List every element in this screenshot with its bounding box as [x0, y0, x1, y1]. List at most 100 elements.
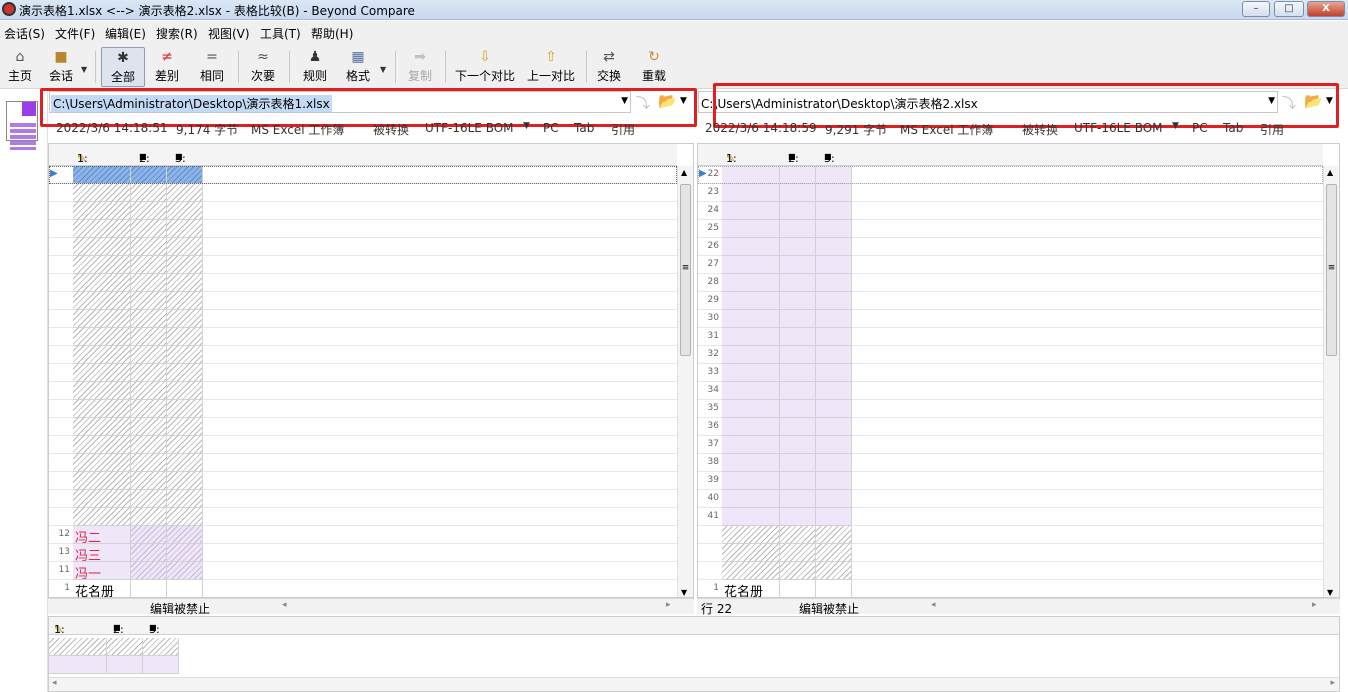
grid-cell[interactable] — [131, 382, 167, 400]
grid-cell[interactable] — [73, 184, 131, 202]
left-encoding-dropdown-icon[interactable]: ▼ — [523, 121, 530, 131]
grid-cell[interactable] — [780, 382, 816, 400]
grid-cell[interactable] — [73, 508, 131, 526]
scroll-up-icon[interactable]: ▲ — [681, 168, 687, 177]
right-line-ending[interactable]: PC — [1192, 121, 1208, 135]
grid-cell[interactable] — [780, 526, 816, 544]
grid-cell[interactable] — [816, 490, 852, 508]
grid-cell[interactable] — [780, 346, 816, 364]
left-line-ending[interactable]: PC — [543, 121, 559, 135]
grid-cell[interactable] — [167, 328, 203, 346]
grid-cell[interactable] — [722, 184, 780, 202]
grid-cell[interactable] — [816, 382, 852, 400]
maximize-button[interactable]: □ — [1274, 1, 1304, 17]
left-scroll-thumb[interactable]: ≡ — [680, 184, 691, 356]
grid-cell[interactable] — [131, 508, 167, 526]
grid-cell[interactable] — [131, 184, 167, 202]
grid-cell[interactable] — [722, 346, 780, 364]
left-hscroll-left-icon[interactable]: ◂ — [282, 600, 287, 610]
grid-cell[interactable] — [131, 454, 167, 472]
grid-cell[interactable] — [722, 526, 780, 544]
grid-cell[interactable] — [722, 454, 780, 472]
grid-cell[interactable] — [780, 562, 816, 580]
grid-cell[interactable] — [780, 436, 816, 454]
grid-cell[interactable] — [73, 400, 131, 418]
grid-cell[interactable] — [816, 418, 852, 436]
grid-cell[interactable] — [816, 202, 852, 220]
grid-cell[interactable] — [167, 274, 203, 292]
grid-cell[interactable] — [167, 220, 203, 238]
format-dropdown-icon[interactable]: ▼ — [380, 65, 386, 74]
grid-cell[interactable] — [131, 436, 167, 454]
grid-cell[interactable] — [722, 562, 780, 580]
grid-cell[interactable] — [131, 346, 167, 364]
grid-cell[interactable] — [73, 220, 131, 238]
grid-cell[interactable] — [722, 436, 780, 454]
reload-button[interactable]: ↻ 重载 — [640, 47, 668, 87]
grid-cell[interactable]: 冯一 — [73, 562, 131, 582]
grid-cell[interactable] — [816, 184, 852, 202]
grid-cell[interactable] — [73, 472, 131, 490]
grid-cell[interactable] — [780, 328, 816, 346]
left-vertical-scrollbar[interactable]: ▲ ≡ ▼ — [677, 166, 693, 597]
grid-cell[interactable]: 冯二 — [73, 526, 131, 546]
grid-cell[interactable] — [722, 328, 780, 346]
right-converted[interactable]: 被转换 — [1022, 121, 1058, 137]
session-button[interactable]: ■ 会话 — [44, 47, 78, 87]
grid-cell[interactable] — [131, 274, 167, 292]
right-quote[interactable]: 引用 — [1260, 121, 1284, 137]
bottom-cell[interactable] — [107, 656, 143, 674]
grid-cell[interactable] — [780, 544, 816, 562]
grid-cell[interactable] — [780, 508, 816, 526]
grid-cell[interactable] — [780, 490, 816, 508]
grid-cell[interactable] — [816, 454, 852, 472]
grid-cell[interactable] — [73, 238, 131, 256]
grid-cell[interactable] — [780, 418, 816, 436]
grid-cell[interactable] — [167, 526, 203, 544]
grid-cell[interactable] — [73, 202, 131, 220]
right-scroll-thumb[interactable]: ≡ — [1326, 184, 1337, 356]
grid-cell[interactable] — [722, 220, 780, 238]
thumbnail-navigator[interactable] — [0, 89, 48, 692]
grid-cell[interactable] — [816, 544, 852, 562]
grid-cell[interactable] — [816, 274, 852, 292]
grid-cell[interactable] — [167, 472, 203, 490]
grid-cell[interactable] — [73, 310, 131, 328]
menu-session[interactable]: 会话(S) — [4, 25, 45, 42]
grid-cell[interactable] — [780, 256, 816, 274]
grid-cell[interactable] — [816, 346, 852, 364]
scroll-down-icon[interactable]: ▼ — [1327, 588, 1333, 597]
grid-cell[interactable] — [167, 418, 203, 436]
left-tab[interactable]: Tab — [574, 121, 594, 135]
grid-cell[interactable] — [131, 220, 167, 238]
grid-cell[interactable] — [167, 436, 203, 454]
right-grid-pane[interactable]: ✎ 1: ■ 2: ■ 3: 22 ▶ 23 24 25 26 27 28 29 30 31 32 33 3… — [697, 143, 1340, 598]
bottom-cell[interactable] — [143, 638, 179, 656]
grid-cell[interactable] — [780, 454, 816, 472]
grid-cell[interactable] — [722, 292, 780, 310]
grid-cell[interactable] — [780, 364, 816, 382]
grid-cell[interactable] — [73, 364, 131, 382]
grid-cell[interactable] — [73, 454, 131, 472]
show-all-button[interactable]: ✱ 全部 — [101, 47, 145, 87]
grid-cell[interactable] — [816, 364, 852, 382]
grid-cell[interactable] — [73, 418, 131, 436]
left-grid-pane[interactable]: ✎ 1: ■ 2: ■ 3: ▶ 12 冯二 13 冯三 11 冯一 1 花名册 ▲ ≡ ▼ — [48, 143, 694, 598]
grid-cell[interactable]: 花名册 — [73, 580, 131, 597]
grid-cell[interactable] — [167, 490, 203, 508]
grid-cell[interactable] — [780, 220, 816, 238]
grid-cell[interactable] — [816, 256, 852, 274]
bottom-cell[interactable] — [143, 656, 179, 674]
grid-cell[interactable] — [167, 292, 203, 310]
grid-cell[interactable] — [780, 202, 816, 220]
menu-tools[interactable]: 工具(T) — [260, 25, 301, 42]
grid-cell[interactable] — [816, 400, 852, 418]
grid-cell[interactable] — [167, 238, 203, 256]
right-file-type[interactable]: MS Excel 工作簿 — [900, 121, 993, 137]
left-encoding[interactable]: UTF-16LE BOM — [425, 121, 514, 135]
bottom-hscroll-left-icon[interactable]: ◂ — [52, 678, 57, 688]
grid-cell[interactable]: 花名册 — [722, 580, 780, 597]
grid-cell[interactable] — [131, 526, 167, 544]
grid-cell[interactable] — [167, 346, 203, 364]
home-button[interactable]: ⌂ 主页 — [4, 47, 36, 87]
